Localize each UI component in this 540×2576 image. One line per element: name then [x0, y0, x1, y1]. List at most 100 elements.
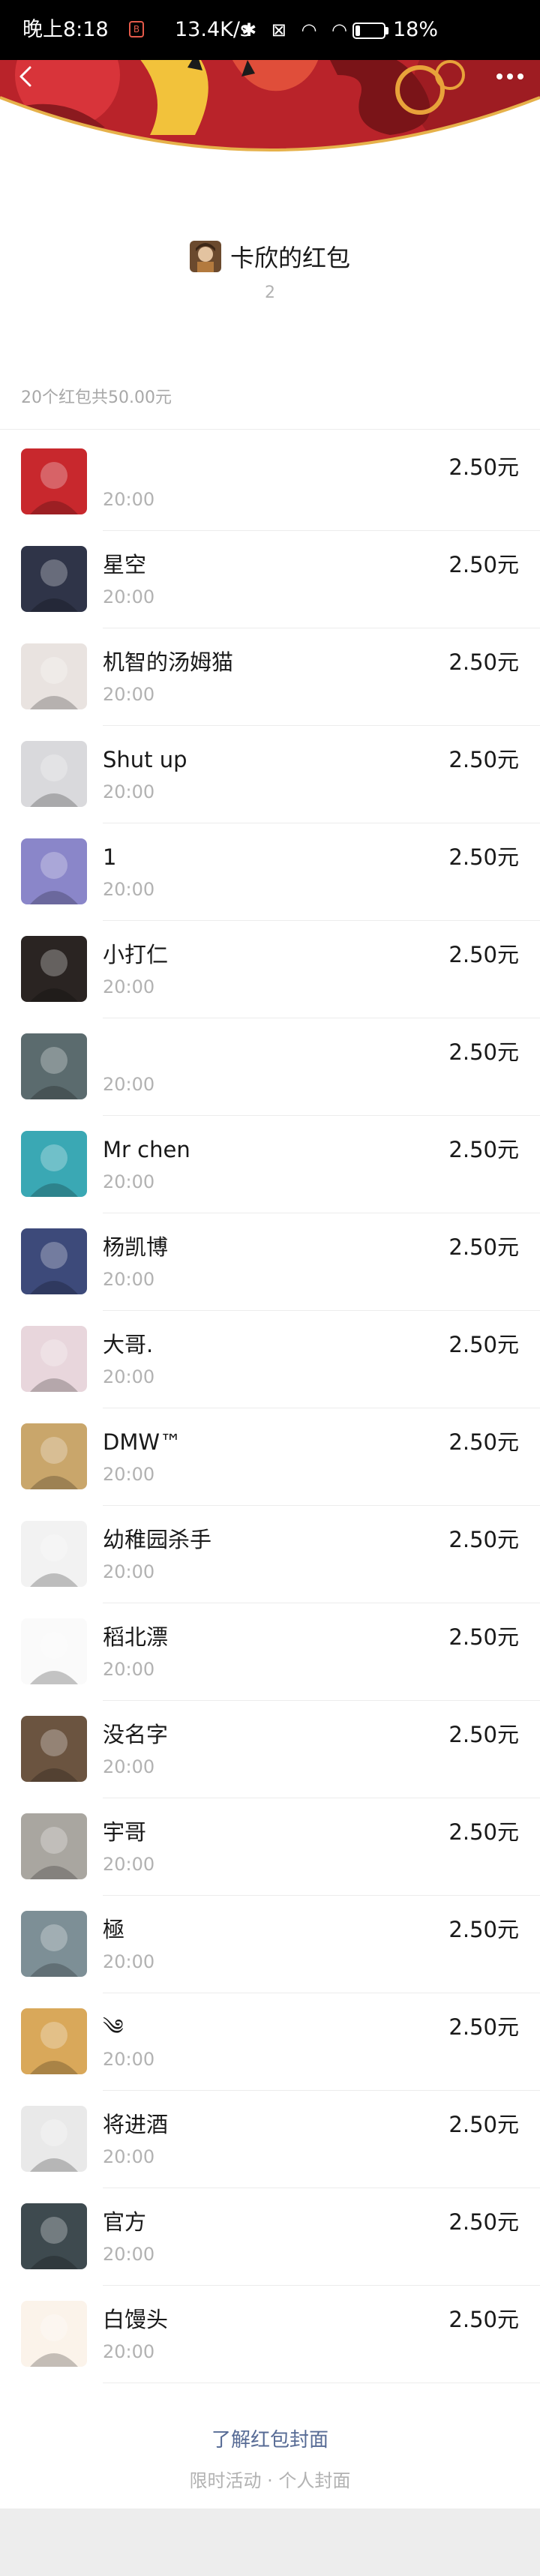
recipient-row[interactable]: 20:00 2.50元: [0, 433, 540, 531]
recipient-amount: 2.50元: [448, 1332, 519, 1357]
network-speed: 13.4K/s: [175, 18, 250, 41]
recipient-time: 20:00: [103, 1756, 155, 1777]
recipient-name: 没名字: [103, 1722, 169, 1747]
recipient-row[interactable]: 20:00 2.50元: [0, 1018, 540, 1116]
recipient-time: 20:00: [103, 1854, 155, 1875]
back-arrow-icon: [20, 66, 32, 87]
recipient-row[interactable]: 星空 20:00 2.50元: [0, 531, 540, 628]
recipient-time: 20:00: [103, 1951, 155, 1972]
recipient-avatar[interactable]: [21, 936, 87, 1002]
recipient-row[interactable]: 机智的汤姆猫 20:00 2.50元: [0, 628, 540, 726]
sender-avatar: [189, 241, 221, 272]
recipient-amount: 2.50元: [448, 454, 519, 480]
recipient-time: 20:00: [103, 1074, 155, 1095]
recipient-time: 20:00: [103, 1561, 155, 1582]
recipient-row[interactable]: 官方 20:00 2.50元: [0, 2188, 540, 2286]
recipient-time: 20:00: [103, 1269, 155, 1290]
recipient-name: 極: [103, 1917, 125, 1942]
recipient-time: 20:00: [103, 879, 155, 900]
status-time: 晚上8:18: [22, 18, 109, 41]
divider: [0, 429, 540, 430]
recipient-amount: 2.50元: [448, 747, 519, 772]
learn-cover-link[interactable]: 了解红包封面: [0, 2425, 540, 2452]
recipient-row[interactable]: 宇哥 20:00 2.50元: [0, 1798, 540, 1896]
recipient-amount: 2.50元: [448, 2209, 519, 2235]
recipient-avatar[interactable]: [21, 546, 87, 612]
red-packet-cover-banner: [0, 45, 540, 165]
recipient-row[interactable]: 極 20:00 2.50元: [0, 1896, 540, 1993]
recipient-row[interactable]: 1 20:00 2.50元: [0, 823, 540, 921]
recipient-row[interactable]: 大哥. 20:00 2.50元: [0, 1311, 540, 1408]
recipient-avatar[interactable]: [21, 1911, 87, 1977]
recipient-time: 20:00: [103, 781, 155, 802]
recipient-row[interactable]: 白馒头 20:00 2.50元: [0, 2286, 540, 2383]
recipient-row[interactable]: 幼稚园杀手 20:00 2.50元: [0, 1506, 540, 1603]
recipient-amount: 2.50元: [448, 2014, 519, 2040]
recipient-avatar[interactable]: [21, 643, 87, 709]
recipient-amount: 2.50元: [448, 1039, 519, 1065]
recipient-avatar[interactable]: [21, 1131, 87, 1197]
recipient-row[interactable]: Shut up 20:00 2.50元: [0, 726, 540, 823]
recipient-avatar[interactable]: [21, 838, 87, 904]
recipient-avatar[interactable]: [21, 2106, 87, 2172]
recipient-avatar[interactable]: [21, 1228, 87, 1294]
recipient-row[interactable]: Mr chen 20:00 2.50元: [0, 1116, 540, 1213]
recipient-name: 宇哥: [103, 1819, 147, 1845]
recipient-avatar[interactable]: [21, 1423, 87, 1489]
recipient-avatar[interactable]: [21, 1326, 87, 1392]
battery-tip: [386, 27, 388, 34]
recipient-name: 将进酒: [103, 2112, 169, 2137]
recipient-avatar[interactable]: [21, 2301, 87, 2367]
recipient-list: 20:00 2.50元 星空 20:00 2.50元 机智的汤姆猫 20:00 2.50元 Sh…: [0, 433, 540, 2383]
back-button[interactable]: [10, 60, 44, 93]
recipient-avatar[interactable]: [21, 2008, 87, 2074]
recipient-name: 官方: [103, 2209, 147, 2235]
recipient-row[interactable]: DMW™ 20:00 2.50元: [0, 1408, 540, 1506]
sender-header: 卡欣的红包: [0, 234, 540, 279]
bottom-band: [0, 2509, 540, 2576]
recipient-name: 稻北漂: [103, 1624, 169, 1650]
recipient-name: 机智的汤姆猫: [103, 649, 234, 675]
recipient-time: 20:00: [103, 684, 155, 705]
recipient-row[interactable]: 将进酒 20:00 2.50元: [0, 2091, 540, 2188]
recipient-row[interactable]: ༄ 20:00 2.50元: [0, 1993, 540, 2091]
recipient-avatar[interactable]: [21, 1716, 87, 1782]
recipient-avatar[interactable]: [21, 2203, 87, 2269]
recipient-name: 1: [103, 844, 117, 870]
recipient-row[interactable]: 杨凯博 20:00 2.50元: [0, 1213, 540, 1311]
recipient-amount: 2.50元: [448, 1624, 519, 1650]
recipient-name: 星空: [103, 552, 147, 577]
recipient-avatar[interactable]: [21, 741, 87, 807]
recipient-time: 20:00: [103, 2244, 155, 2265]
recipient-name: 幼稚园杀手: [103, 1527, 212, 1552]
recipient-amount: 2.50元: [448, 1527, 519, 1552]
recipient-time: 20:00: [103, 2146, 155, 2167]
more-button[interactable]: [490, 61, 530, 91]
recipient-row[interactable]: 没名字 20:00 2.50元: [0, 1701, 540, 1798]
recipient-row[interactable]: 稻北漂 20:00 2.50元: [0, 1603, 540, 1701]
red-packet-detail-page: 晚上8:18 B 13.4K/s ✱ ⊠ ◠ ◠ 18% 卡欣的红包 2 20个…: [0, 0, 540, 2576]
recipient-avatar[interactable]: [21, 1033, 87, 1099]
battery-percent: 18%: [393, 18, 439, 41]
recipient-avatar[interactable]: [21, 1618, 87, 1684]
status-bar: 晚上8:18 B 13.4K/s ✱ ⊠ ◠ ◠ 18%: [0, 0, 540, 60]
recipient-avatar[interactable]: [21, 1813, 87, 1879]
packet-summary: 20个红包共50.00元: [21, 388, 172, 407]
recipient-amount: 2.50元: [448, 1917, 519, 1942]
battery-level: [356, 25, 361, 36]
recipient-time: 20:00: [103, 1464, 155, 1485]
recipient-amount: 2.50元: [448, 844, 519, 870]
recipient-amount: 2.50元: [448, 552, 519, 577]
app-notification-icon: B: [129, 21, 144, 37]
recipient-time: 20:00: [103, 489, 155, 510]
recipient-name: 小打仁: [103, 942, 169, 967]
recipient-amount: 2.50元: [448, 649, 519, 675]
recipient-amount: 2.50元: [448, 1722, 519, 1747]
recipient-amount: 2.50元: [448, 1137, 519, 1162]
recipient-avatar[interactable]: [21, 448, 87, 514]
status-icons: ✱ ⊠ ◠ ◠: [242, 19, 352, 40]
recipient-name: DMW™: [103, 1429, 182, 1455]
recipient-row[interactable]: 小打仁 20:00 2.50元: [0, 921, 540, 1018]
recipient-avatar[interactable]: [21, 1521, 87, 1587]
promo-text: 限时活动 · 个人封面: [189, 2470, 351, 2491]
